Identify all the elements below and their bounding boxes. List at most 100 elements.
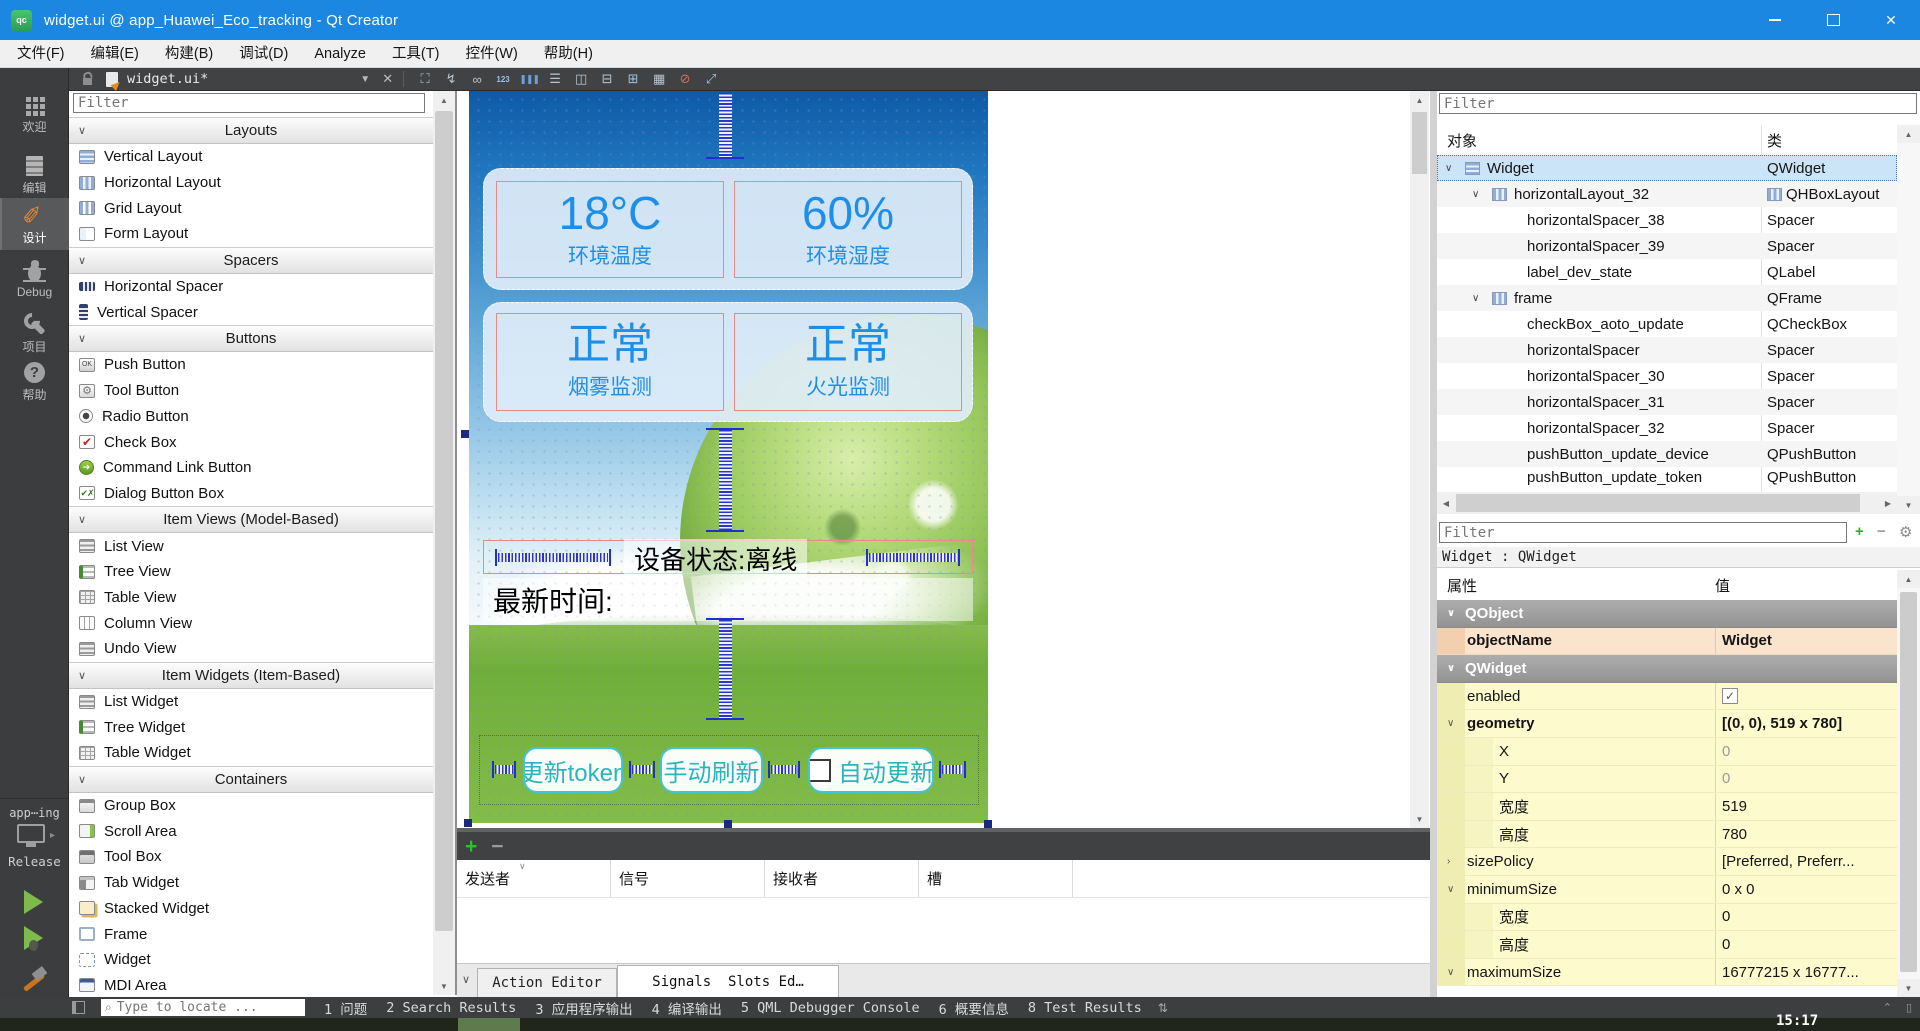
manual-refresh-button[interactable]: 手动刷新 xyxy=(660,747,763,793)
scroll-up-icon[interactable]: ▲ xyxy=(1897,570,1920,588)
scroll-left-icon[interactable]: ◀ xyxy=(1437,494,1455,512)
column-class[interactable]: 类 xyxy=(1767,130,1782,151)
layout-vertical-icon[interactable]: ☰ xyxy=(545,69,566,89)
scroll-up-icon[interactable]: ▲ xyxy=(1410,91,1429,109)
horizontal-spacer-indicator[interactable] xyxy=(629,761,655,778)
selection-handle[interactable] xyxy=(724,820,732,828)
widget-box-item-table-widget[interactable]: Table Widget xyxy=(69,740,433,766)
selection-handle[interactable] xyxy=(461,430,469,438)
object-row-horizontalSpacer_38[interactable]: horizontalSpacer_38 Spacer xyxy=(1437,207,1897,233)
build-config-label[interactable]: Release xyxy=(0,854,69,869)
property-value[interactable]: 0 xyxy=(1715,903,1890,931)
widget-box-item-group-box[interactable]: Group Box xyxy=(69,793,433,819)
vertical-spacer-indicator[interactable] xyxy=(719,93,732,157)
menu-item-analyze[interactable]: Analyze xyxy=(301,40,379,68)
property-vscrollbar[interactable]: ▲ ▼ xyxy=(1897,570,1920,997)
widget-box-category-containers[interactable]: ∨ Containers xyxy=(69,765,433,793)
widget-box-category-spacers[interactable]: ∨ Spacers xyxy=(69,246,433,274)
menu-item-f[interactable]: 文件(F) xyxy=(4,40,78,68)
edit-widgets-icon[interactable]: ⛶ xyxy=(415,69,436,89)
scrollbar-thumb[interactable] xyxy=(1412,112,1427,174)
chevron-down-icon[interactable]: ∨ xyxy=(1472,293,1479,304)
property-settings-icon[interactable]: ⚙ xyxy=(1899,523,1912,541)
panel-divider[interactable] xyxy=(1430,91,1437,997)
property-row-maximumSize[interactable]: ∨ maximumSize 16777215 x 16777... xyxy=(1437,958,1897,987)
scroll-down-icon[interactable]: ▼ xyxy=(1897,496,1920,514)
chevron-down-icon[interactable]: ∨ xyxy=(1447,718,1454,729)
output-pane-1-问题[interactable]: 1 问题 xyxy=(324,998,367,1018)
latest-time-band[interactable]: 最新时间: xyxy=(483,578,973,621)
chevron-down-icon[interactable]: ∨ xyxy=(1445,163,1452,174)
close-button[interactable]: ✕ xyxy=(1862,0,1920,40)
widget-box-item-dialog-button-box[interactable]: Dialog Button Box xyxy=(69,481,433,507)
collapse-bottom-icon[interactable]: ⌃ xyxy=(1883,1001,1892,1014)
menu-item-e[interactable]: 编辑(E) xyxy=(78,40,152,68)
property-value[interactable]: 0 x 0 xyxy=(1715,875,1890,903)
maximize-button[interactable] xyxy=(1804,0,1862,40)
widget-box-item-tree-view[interactable]: Tree View xyxy=(69,559,433,585)
smoke-status-cell[interactable]: 正常 烟雾监测 xyxy=(496,313,724,411)
scroll-down-icon[interactable]: ▼ xyxy=(1410,810,1429,828)
property-value[interactable]: 16777215 x 16777... xyxy=(1715,958,1890,986)
widget-box-category-buttons[interactable]: ∨ Buttons xyxy=(69,325,433,353)
sidebar-mode-设计[interactable]: ✎ 设计 xyxy=(0,198,69,250)
object-row-horizontalSpacer_39[interactable]: horizontalSpacer_39 Spacer xyxy=(1437,233,1897,259)
device-state-row[interactable]: 设备状态:离线 xyxy=(483,539,973,578)
auto-update-checkbox-group[interactable]: 自动更新 xyxy=(808,747,934,793)
collapse-pane-icon[interactable]: ∨ xyxy=(462,973,470,986)
output-pane-arrows-icon[interactable]: ⇅ xyxy=(1158,1001,1168,1015)
edit-tab-order-icon[interactable]: 123 xyxy=(493,69,514,89)
menu-item-t[interactable]: 工具(T) xyxy=(379,40,453,68)
signal-column-接收者[interactable]: 接收者 xyxy=(765,860,919,897)
widget-box-item-form-layout[interactable]: Form Layout xyxy=(69,221,433,247)
sidebar-mode-debug[interactable]: Debug xyxy=(0,256,69,308)
scrollbar-thumb[interactable] xyxy=(1456,494,1860,512)
layout-split-vertical-icon[interactable]: ⊟ xyxy=(597,69,618,89)
object-inspector-vscrollbar[interactable]: ▲ ▼ xyxy=(1897,125,1920,514)
output-pane-3-应用程序输出[interactable]: 3 应用程序输出 xyxy=(535,998,632,1018)
property-row-X[interactable]: X0 xyxy=(1437,737,1897,766)
scrollbar-thumb[interactable] xyxy=(435,111,453,931)
chevron-down-icon[interactable]: ∨ xyxy=(1447,967,1454,978)
add-connection-icon[interactable]: + xyxy=(465,836,477,857)
widget-box-item-stacked-widget[interactable]: Stacked Widget xyxy=(69,896,433,922)
widget-box-category-layouts[interactable]: ∨ Layouts xyxy=(69,117,433,144)
object-row-frame[interactable]: ∨ frame QFrame xyxy=(1437,285,1897,311)
kit-selector[interactable]: app⋯ing xyxy=(0,806,69,820)
menu-item-b[interactable]: 构建(B) xyxy=(152,40,226,68)
scroll-up-icon[interactable]: ▲ xyxy=(1897,125,1920,143)
progress-details-icon[interactable]: ▯ xyxy=(1906,1001,1912,1014)
sidebar-mode-编辑[interactable]: 编辑 xyxy=(0,150,69,202)
output-pane-8-Test-Results[interactable]: 8 Test Results xyxy=(1028,1000,1142,1016)
property-group-QObject[interactable]: ∨ QObject xyxy=(1437,600,1897,628)
widget-box-item-table-view[interactable]: Table View xyxy=(69,585,433,611)
object-row-checkBox_aoto_update[interactable]: checkBox_aoto_update QCheckBox xyxy=(1437,311,1897,337)
widget-box-item-list-view[interactable]: List View xyxy=(69,533,433,559)
property-value[interactable]: ✓ xyxy=(1715,682,1890,710)
object-row-label_dev_state[interactable]: label_dev_state QLabel xyxy=(1437,259,1897,285)
temperature-label-cell[interactable]: 18°C 环境温度 xyxy=(496,181,724,278)
property-row-geometry[interactable]: ∨ geometry [(0, 0), 519 x 780] xyxy=(1437,710,1897,738)
property-value[interactable]: [Preferred, Preferr... xyxy=(1715,848,1890,875)
vertical-spacer-indicator[interactable] xyxy=(719,620,732,718)
widget-box-item-tool-button[interactable]: Tool Button xyxy=(69,378,433,404)
chevron-down-icon[interactable]: ∨ xyxy=(1447,608,1455,619)
layout-horizontal-icon[interactable]: ❚❚❚ xyxy=(519,69,540,89)
widget-box-item-tab-widget[interactable]: Tab Widget xyxy=(69,870,433,896)
layout-grid-icon[interactable]: ▦ xyxy=(649,69,670,89)
widget-box-item-tree-widget[interactable]: Tree Widget xyxy=(69,714,433,740)
widget-box-category-item[interactable]: ∨ Item Widgets (Item-Based) xyxy=(69,661,433,689)
widget-box-item-check-box[interactable]: Check Box xyxy=(69,429,433,455)
object-row-horizontalSpacer[interactable]: horizontalSpacer Spacer xyxy=(1437,337,1897,363)
sidebar-mode-欢迎[interactable]: 欢迎 xyxy=(0,90,69,142)
target-expand-icon[interactable]: ▸ xyxy=(50,830,55,841)
property-row-objectName[interactable]: objectName Widget xyxy=(1437,627,1897,656)
humidity-label-cell[interactable]: 60% 环境湿度 xyxy=(734,181,962,278)
output-pane-6-概要信息[interactable]: 6 概要信息 xyxy=(939,998,1009,1018)
break-layout-icon[interactable]: ⊘ xyxy=(675,69,696,89)
property-filter-input[interactable] xyxy=(1439,522,1847,543)
widget-box-item-radio-button[interactable]: Radio Button xyxy=(69,404,433,430)
menu-item-d[interactable]: 调试(D) xyxy=(226,40,301,68)
build-button[interactable] xyxy=(20,968,46,994)
widget-box-item-column-view[interactable]: Column View xyxy=(69,610,433,636)
